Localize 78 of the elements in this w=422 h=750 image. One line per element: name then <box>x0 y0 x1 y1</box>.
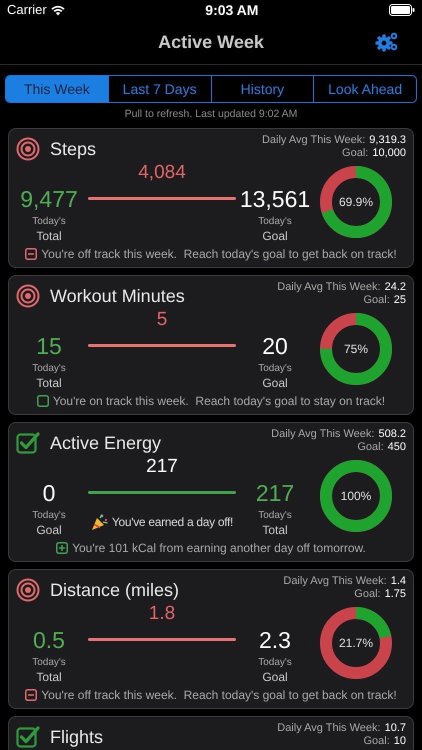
tab[interactable]: History <box>210 76 314 102</box>
caption-text: Today's <box>32 214 66 228</box>
label-text: Goal: <box>342 146 368 160</box>
caption-text: Total <box>36 228 62 244</box>
caption-text: Total <box>262 522 288 538</box>
percent-text: 75% <box>342 341 370 358</box>
label-text: Goal: <box>363 294 390 307</box>
metric-title: Flights <box>50 726 104 749</box>
party-popper-icon <box>90 513 109 532</box>
label-text: Daily Avg This Week: <box>277 722 381 735</box>
caption-text: Goal <box>36 522 62 538</box>
value-text: 13,561 <box>240 184 310 213</box>
window-title: Active Week <box>158 30 264 54</box>
value-text: 0 <box>42 478 56 507</box>
wifi-icon <box>50 4 65 16</box>
caption-text: Total <box>36 668 62 685</box>
status-message: You're on track this week. Reach today's goal to stay on track! <box>52 392 386 410</box>
caption-text: Today's <box>258 214 292 228</box>
battery-icon <box>389 4 415 16</box>
carrier-label: Carrier <box>7 1 47 20</box>
minus-box-icon <box>25 248 38 260</box>
remaining-value: 217 <box>145 454 179 479</box>
status-message: You're 101 kCal from earning another day off tomorrow. <box>72 540 366 557</box>
metric-title: Active Energy <box>50 432 162 455</box>
value-text: 15 <box>36 332 62 360</box>
value-text: 10,000 <box>372 146 406 160</box>
value-text: 450 <box>388 440 406 454</box>
caption-text: Today's <box>258 508 292 522</box>
plus-box-icon <box>56 542 68 554</box>
tab[interactable]: This Week <box>6 76 108 102</box>
remaining-value: 4,084 <box>137 160 187 185</box>
value-text: 20 <box>262 332 288 360</box>
value-text: 9,319.3 <box>369 134 406 147</box>
label-text: Daily Avg This Week: <box>271 428 374 441</box>
status-message: You're off track this week. Reach today's goal to get back on track! <box>41 686 397 704</box>
value-text: 0.5 <box>33 626 65 654</box>
caption-text: Goal <box>262 228 288 244</box>
metric-title: Distance (miles) <box>50 578 180 602</box>
settings-button[interactable] <box>374 31 400 53</box>
label-text: Goal: <box>363 734 390 748</box>
caption-text: Today's <box>32 508 66 522</box>
tab[interactable]: Look Ahead <box>313 76 416 102</box>
value-text: 1.75 <box>384 588 406 601</box>
value-text: 217 <box>256 478 294 507</box>
percent-text: 21.7% <box>338 635 374 652</box>
value-text: 1.4 <box>390 574 406 588</box>
caption-text: Today's <box>258 362 292 375</box>
value-text: 24.2 <box>384 280 406 294</box>
value-text: 9,477 <box>20 184 78 213</box>
caption-text: Today's <box>32 656 66 669</box>
metric-title: Workout Minutes <box>50 284 185 308</box>
label-text: Goal: <box>357 440 384 454</box>
label-text: Daily Avg This Week: <box>262 134 366 147</box>
metric-title: Steps <box>50 138 96 161</box>
remaining-value: 5 <box>156 308 168 332</box>
label-text: Daily Avg This Week: <box>277 280 381 294</box>
value-text: 508.2 <box>378 428 406 441</box>
caption-text: Today's <box>32 362 66 375</box>
caption-text: Total <box>36 374 62 391</box>
tab[interactable]: Last 7 Days <box>108 76 210 102</box>
value-text: 10 <box>394 734 406 748</box>
remaining-value: 1.8 <box>148 602 176 626</box>
refresh-note: Pull to refresh. Last updated 9:02 AM <box>124 107 298 122</box>
square-icon <box>36 394 49 407</box>
percent-text: 69.9% <box>338 194 374 212</box>
value-text: 25 <box>394 294 406 307</box>
caption-text: Goal <box>262 374 288 391</box>
caption-text: Today's <box>258 656 292 669</box>
caption-text: Goal <box>262 668 288 685</box>
status-message: You're off track this week. Reach today's goal to get back on track! <box>41 246 397 263</box>
label-text: Goal: <box>354 588 381 601</box>
label-text: Daily Avg This Week: <box>283 574 387 588</box>
clock-time: 9:03 AM <box>205 0 258 20</box>
value-text: 2.3 <box>259 626 291 654</box>
settings-icon <box>374 31 400 53</box>
minus-box-icon <box>25 688 38 701</box>
value-text: 10.7 <box>384 722 406 735</box>
celebration-text: You've earned a day off! <box>112 514 234 532</box>
